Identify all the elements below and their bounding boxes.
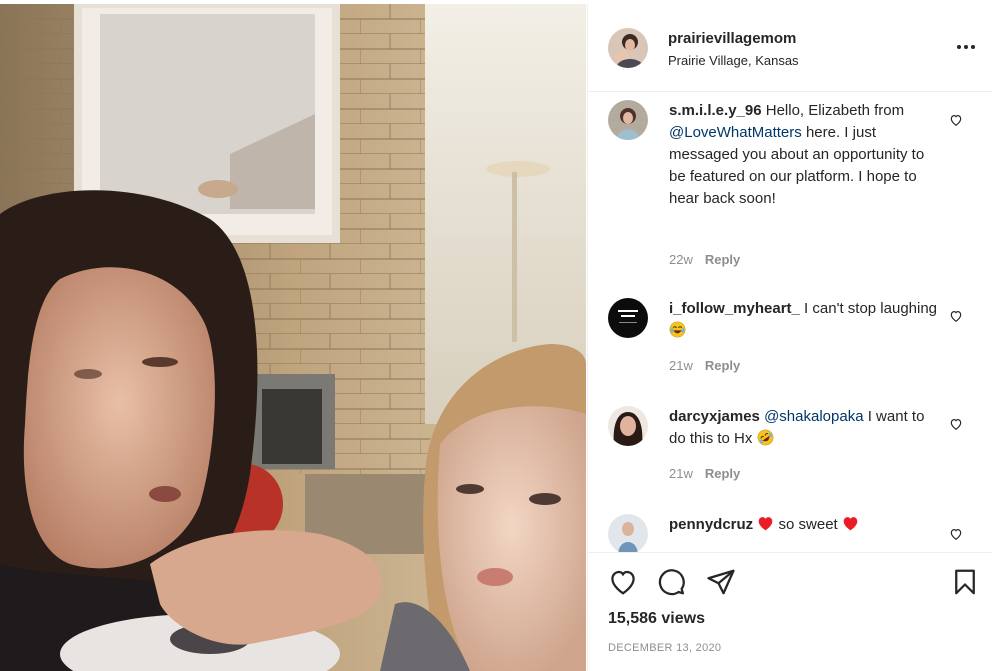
- like-icon[interactable]: [608, 567, 638, 597]
- comment-item: s.m.i.l.e.y_96 Hello, Elizabeth from @Lo…: [588, 96, 992, 286]
- comment-icon[interactable]: [656, 567, 686, 597]
- more-options-icon[interactable]: [953, 34, 979, 60]
- comments-list[interactable]: s.m.i.l.e.y_96 Hello, Elizabeth from @Lo…: [588, 92, 992, 552]
- comment-mention[interactable]: @shakalopaka: [764, 408, 863, 425]
- comment-username[interactable]: s.m.i.l.e.y_96: [669, 102, 762, 119]
- comment-body: s.m.i.l.e.y_96 Hello, Elizabeth from @Lo…: [669, 100, 939, 210]
- comment-meta: 21w Reply: [669, 466, 740, 481]
- commenter-avatar[interactable]: [608, 298, 648, 338]
- comment-item: i_follow_myheart_ I can't stop laughing …: [588, 294, 992, 394]
- commenter-avatar[interactable]: [608, 100, 648, 140]
- comment-username[interactable]: pennydcruz: [669, 516, 753, 533]
- red-heart-icon: [759, 517, 773, 531]
- view-count[interactable]: 15,586 views: [608, 610, 705, 628]
- post-date[interactable]: DECEMBER 13, 2020: [608, 642, 721, 654]
- commenter-avatar[interactable]: [608, 514, 648, 552]
- face-with-tears-of-joy-icon: [669, 321, 686, 338]
- like-comment-heart-icon[interactable]: [949, 527, 963, 541]
- profile-photo-icon: [608, 514, 648, 552]
- red-heart-icon: [843, 517, 858, 531]
- reply-button[interactable]: Reply: [705, 252, 740, 267]
- comment-item: pennydcruz so sweet: [588, 510, 992, 552]
- rolling-on-the-floor-laughing-icon: [757, 429, 773, 446]
- comment-age: 21w: [669, 466, 693, 481]
- comment-body: pennydcruz so sweet: [669, 514, 939, 536]
- like-comment-heart-icon[interactable]: [949, 417, 963, 431]
- comment-age: 22w: [669, 252, 693, 267]
- author-avatar[interactable]: [608, 28, 648, 68]
- save-icon[interactable]: [950, 567, 980, 597]
- comment-text-part: I can't stop laughing: [799, 300, 938, 317]
- comment-meta: 22w Reply: [669, 252, 740, 267]
- author-username[interactable]: prairievillagemom: [668, 30, 796, 47]
- profile-photo-icon: [608, 100, 648, 140]
- post-details-panel: prairievillagemom Prairie Village, Kansa…: [587, 4, 992, 671]
- comment-body: i_follow_myheart_ I can't stop laughing: [669, 298, 939, 342]
- comment-text-part: Hello, Elizabeth from: [761, 102, 905, 119]
- reply-button[interactable]: Reply: [705, 358, 740, 373]
- comment-mention[interactable]: @LoveWhatMatters: [669, 124, 802, 141]
- comment-username[interactable]: darcyxjames: [669, 408, 760, 425]
- share-icon[interactable]: [706, 567, 736, 597]
- reply-button[interactable]: Reply: [705, 466, 740, 481]
- comment-item: darcyxjames @shakalopaka I want to do th…: [588, 402, 992, 502]
- comment-age: 21w: [669, 358, 693, 373]
- comment-text-part: so sweet: [774, 516, 842, 533]
- post-location[interactable]: Prairie Village, Kansas: [668, 53, 799, 68]
- like-comment-heart-icon[interactable]: [949, 309, 963, 323]
- comment-username[interactable]: i_follow_myheart_: [669, 300, 800, 317]
- post-video[interactable]: [0, 4, 586, 671]
- post-actions-bar: 15,586 views DECEMBER 13, 2020: [588, 552, 992, 671]
- profile-photo-icon: [608, 406, 648, 446]
- profile-photo-icon: [608, 28, 648, 68]
- like-comment-heart-icon[interactable]: [949, 113, 963, 127]
- comment-body: darcyxjames @shakalopaka I want to do th…: [669, 406, 939, 450]
- commenter-avatar[interactable]: [608, 406, 648, 446]
- profile-photo-icon: [608, 298, 648, 338]
- comment-meta: 21w Reply: [669, 358, 740, 373]
- video-frame-image: [0, 4, 586, 671]
- post-header: prairievillagemom Prairie Village, Kansa…: [588, 4, 992, 92]
